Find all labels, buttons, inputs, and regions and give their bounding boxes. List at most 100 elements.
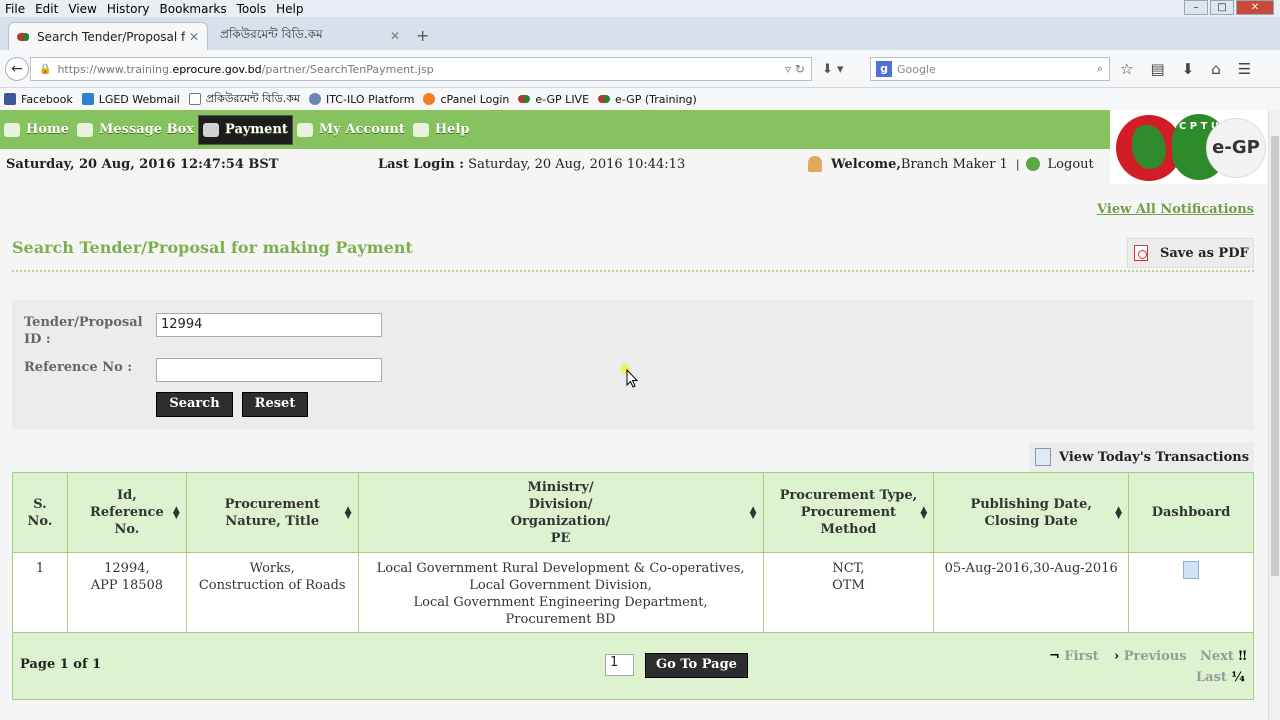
bookmark-label: e-GP (Training) [615,92,697,106]
go-to-page-button[interactable]: Go To Page [645,653,748,678]
home-icon[interactable]: ⌂ [1211,60,1221,78]
window-controls: – □ ✕ [1184,0,1274,15]
last-login-label: Last Login : [378,156,465,172]
download-icon[interactable]: ⬇ ▾ [822,62,844,77]
bookmark-lged[interactable]: LGED Webmail [81,92,180,106]
first-page-link[interactable]: ¬ First [1049,649,1099,664]
new-tab-icon[interactable]: + [416,26,429,45]
previous-page-link[interactable]: › Previous [1114,649,1187,664]
last-label: Last [1196,670,1227,685]
star-icon[interactable]: ☆ [1120,60,1133,78]
bookmark-egp-live[interactable]: e-GP LIVE [518,93,589,106]
bookmark-label: e-GP LIVE [535,92,590,106]
menu-help[interactable]: Help [271,2,308,16]
first-arrow-icon: ¬ [1049,649,1065,664]
bookmark-egp-training[interactable]: e-GP (Training) [598,93,697,106]
tab-search-tender[interactable]: Search Tender/Proposal fo... ✕ [8,22,208,50]
col-id-ref[interactable]: Id, Reference No. ▲ ▼ [66,472,187,553]
menu-edit[interactable]: Edit [30,2,63,16]
menu-view[interactable]: View [63,2,101,16]
logout-link[interactable]: Logout [1048,157,1094,172]
nav-payment[interactable]: Payment [198,114,293,145]
dashboard-doc-icon[interactable] [1183,561,1200,579]
close-window-icon[interactable]: ✕ [1236,0,1274,15]
scrollbar-thumb[interactable] [1271,136,1279,576]
globe-icon [308,93,321,105]
bookmark-label: LGED Webmail [98,92,180,106]
bookmark-procurementbd[interactable]: প্রকিউরমেন্ট বিডি.কম [188,90,300,109]
nav-my-account[interactable]: My Account [293,110,409,149]
logout-icon[interactable] [1025,157,1040,171]
nav-home[interactable]: Home [0,110,73,149]
nav-message-box[interactable]: Message Box [73,110,198,149]
downloads-icon[interactable]: ⬇ [1182,60,1195,78]
cell-procurement-type: NCT, OTM [762,552,935,633]
browser-menubar: File Edit View History Bookmarks Tools H… [0,0,1280,17]
bookmark-itc-ilo[interactable]: ITC-ILO Platform [308,93,414,106]
page-scrollbar[interactable] [1268,110,1280,720]
page-number-input[interactable]: 1 [605,654,634,676]
last-page-link[interactable]: Last ¼ [1196,670,1245,685]
reference-no-input[interactable] [156,358,382,382]
search-button[interactable]: Search [156,392,233,417]
header-label: Procurement Type, Procurement Method [779,488,918,537]
sort-arrows-icon[interactable]: ▲ ▼ [920,506,927,521]
page-title: Search Tender/Proposal for making Paymen… [12,238,413,257]
tab-strip: Search Tender/Proposal fo... ✕ প্রকিউরমে… [0,17,1280,50]
cell-id-ref: 12994, APP 18508 [66,552,187,633]
sort-arrows-icon[interactable]: ▲ ▼ [345,506,352,521]
menu-file[interactable]: File [0,2,30,16]
close-tab-icon[interactable]: ✕ [189,30,199,44]
search-bar[interactable]: g Google ⌕ [870,57,1110,81]
sort-arrows-icon[interactable]: ▲ ▼ [750,506,757,521]
bookmark-facebook[interactable]: Facebook [4,93,73,106]
save-as-pdf-button[interactable]: Save as PDF [1127,238,1254,268]
minimize-icon[interactable]: – [1184,0,1208,15]
bookmark-label: cPanel Login [440,92,510,106]
hamburger-menu-icon[interactable]: ☰ [1238,60,1251,78]
tab-procurementbd[interactable]: প্রকিউরমেন্ট বিডি.কম ✕ [212,22,408,50]
url-path: /partner/SearchTenPayment.jsp [261,62,434,76]
menu-bookmarks[interactable]: Bookmarks [155,2,232,16]
col-procurement-type[interactable]: Procurement Type, Procurement Method ▲ ▼ [762,472,935,553]
bookmark-cpanel[interactable]: cPanel Login [423,93,509,106]
tab-label: প্রকিউরমেন্ট বিডি.কম [220,27,323,41]
col-nature-title[interactable]: Procurement Nature, Title ▲ ▼ [185,472,359,553]
menu-history[interactable]: History [102,2,155,16]
reading-list-icon[interactable]: ▤ [1150,60,1164,78]
header-label: Ministry/ Division/ Organization/ PE [510,479,611,546]
bookmark-label: প্রকিউরমেন্ট বিডি.কম [205,91,300,105]
next-page-link[interactable]: Next ‼ [1200,649,1247,664]
view-all-notifications-link[interactable]: View All Notifications [1097,202,1254,217]
previous-label: Previous [1123,649,1187,664]
pdf-icon [1134,245,1148,261]
url-domain: eprocure.gov.bd [172,62,262,76]
tender-id-input[interactable]: 12994 [156,313,382,337]
sort-arrows-icon[interactable]: ▲ ▼ [1115,506,1122,521]
division-value: Local Government Division, [469,578,652,593]
search-icon[interactable]: ⌕ [1097,62,1103,76]
reload-icon[interactable]: ▿ ↻ [785,62,805,76]
cell-dashboard [1128,552,1254,633]
table-header-row: S. No. Id, Reference No. ▲ ▼ Procurement N… [12,472,1254,553]
table-row: 1 12994, APP 18508 Works, Construction of … [12,552,1254,633]
maximize-icon[interactable]: □ [1210,0,1234,15]
reset-button[interactable]: Reset [242,392,308,417]
url-prefix: https://www.training. [57,62,173,76]
menu-tools[interactable]: Tools [232,2,272,16]
tender-id-label: Tender/Proposal ID : [24,315,143,347]
first-label: First [1064,649,1099,664]
account-icon [296,122,313,137]
view-todays-transactions-button[interactable]: View Today's Transactions [1029,442,1254,472]
address-bar[interactable]: 🔒 https://www.training. eprocure.gov.bd/p… [30,57,812,81]
browser-navbar: ← 🔒 https://www.training. eprocure.gov.bd… [0,50,1280,88]
google-icon: g [876,61,892,77]
col-dates[interactable]: Publishing Date, Closing Date ▲ ▼ [933,472,1130,553]
close-tab-icon[interactable]: ✕ [390,29,400,43]
col-ministry[interactable]: Ministry/ Division/ Organization/ PE ▲ ▼ [357,472,764,553]
user-icon [808,156,822,172]
welcome-user: Branch Maker 1 [900,156,1008,172]
back-arrow-icon[interactable]: ← [5,57,29,81]
sort-arrows-icon[interactable]: ▲ ▼ [173,506,180,521]
nav-help[interactable]: Help [409,110,474,149]
